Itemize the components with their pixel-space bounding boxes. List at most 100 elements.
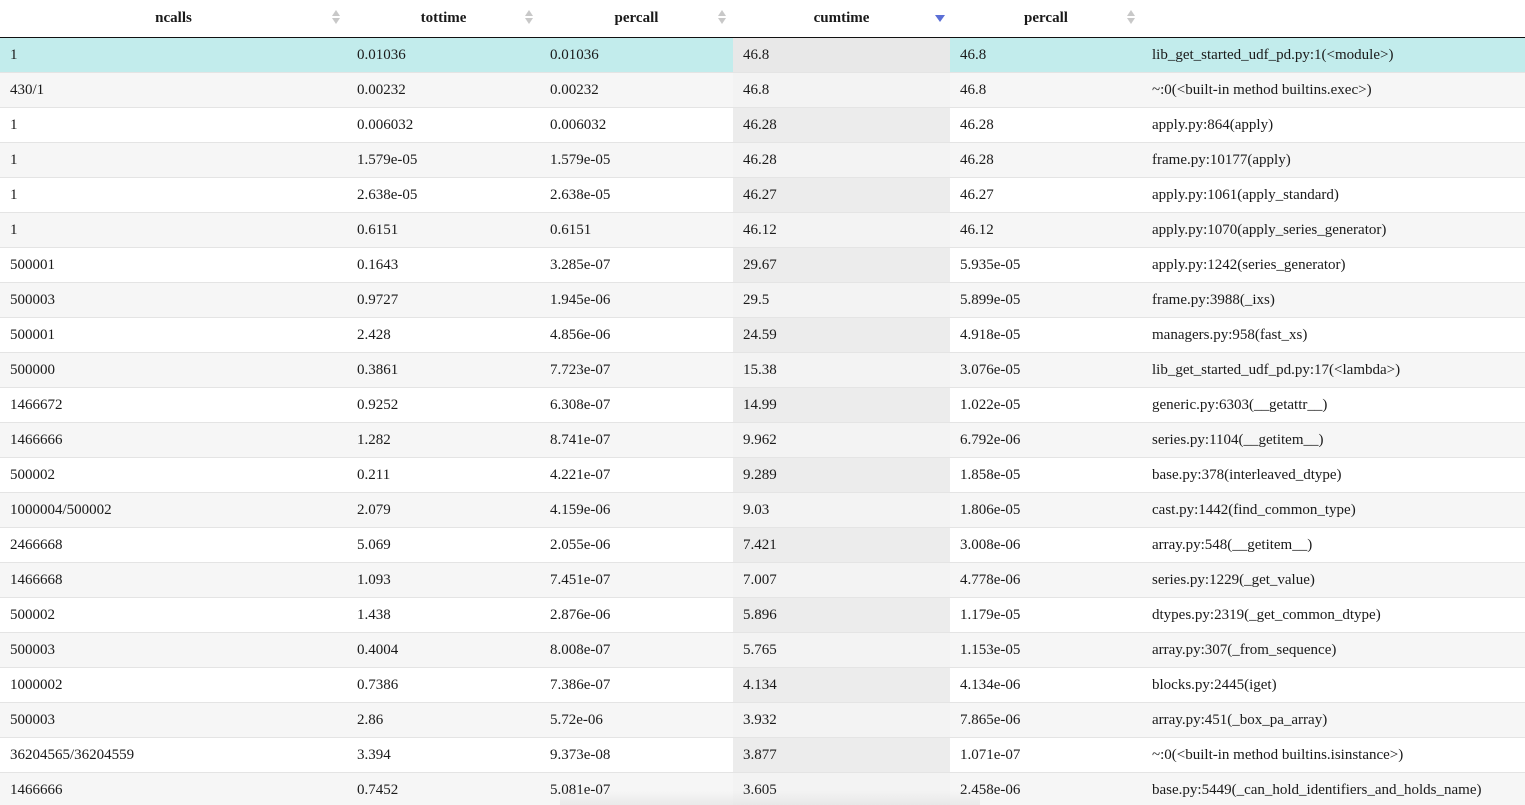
cell-function: apply.py:1242(series_generator): [1142, 247, 1525, 283]
cell-function: generic.py:6303(__getattr__): [1142, 387, 1525, 423]
cell-percall-cumulative: 4.918e-05: [950, 317, 1142, 353]
cell-ncalls: 1: [0, 37, 347, 73]
sort-both-icon[interactable]: [717, 9, 727, 27]
table-row[interactable]: 500001 0.1643 3.285e-07 29.67 5.935e-05 apply…: [0, 247, 1525, 283]
table-row[interactable]: 1000002 0.7386 7.386e-07 4.134 4.134e-06 bloc…: [0, 667, 1525, 703]
cell-cumtime: 4.134: [733, 667, 950, 703]
cell-ncalls: 1: [0, 212, 347, 248]
cell-percall: 1.945e-06: [540, 282, 733, 318]
cell-ncalls: 1000002: [0, 667, 347, 703]
cell-tottime: 0.9252: [347, 387, 540, 423]
cell-cumtime: 46.12: [733, 212, 950, 248]
table-row[interactable]: 1466672 0.9252 6.308e-07 14.99 1.022e-05 gene…: [0, 387, 1525, 423]
cell-tottime: 0.4004: [347, 632, 540, 668]
profile-stats-view: ncalls tottime percall cumtime percall 1 0.01…: [0, 0, 1525, 805]
table-row[interactable]: 1 2.638e-05 2.638e-05 46.27 46.27 apply.py:10…: [0, 177, 1525, 213]
cell-ncalls: 430/1: [0, 72, 347, 108]
cell-function: dtypes.py:2319(_get_common_dtype): [1142, 597, 1525, 633]
profile-stats-table: ncalls tottime percall cumtime percall 1 0.01…: [0, 0, 1525, 805]
cell-percall-cumulative: 1.022e-05: [950, 387, 1142, 423]
sort-both-icon[interactable]: [1126, 9, 1136, 27]
cell-percall-cumulative: 6.792e-06: [950, 422, 1142, 458]
cell-tottime: 2.638e-05: [347, 177, 540, 213]
table-row[interactable]: 1466666 0.7452 5.081e-07 3.605 2.458e-06 base…: [0, 772, 1525, 805]
cell-cumtime: 5.896: [733, 597, 950, 633]
cell-percall-cumulative: 4.134e-06: [950, 667, 1142, 703]
cell-percall: 0.6151: [540, 212, 733, 248]
cell-percall-cumulative: 1.179e-05: [950, 597, 1142, 633]
cell-ncalls: 500003: [0, 632, 347, 668]
cell-percall-cumulative: 5.899e-05: [950, 282, 1142, 318]
cell-function: apply.py:1070(apply_series_generator): [1142, 212, 1525, 248]
cell-tottime: 0.006032: [347, 107, 540, 143]
cell-tottime: 0.3861: [347, 352, 540, 388]
cell-cumtime: 46.28: [733, 142, 950, 178]
cell-percall-cumulative: 7.865e-06: [950, 702, 1142, 738]
cell-tottime: 2.079: [347, 492, 540, 528]
table-row[interactable]: 500001 2.428 4.856e-06 24.59 4.918e-05 manage…: [0, 317, 1525, 353]
cell-percall-cumulative: 5.935e-05: [950, 247, 1142, 283]
table-row[interactable]: 500003 0.4004 8.008e-07 5.765 1.153e-05 array…: [0, 632, 1525, 668]
cell-cumtime: 29.5: [733, 282, 950, 318]
table-row[interactable]: 1 1.579e-05 1.579e-05 46.28 46.28 frame.py:10…: [0, 142, 1525, 178]
table-row[interactable]: 1 0.6151 0.6151 46.12 46.12 apply.py:1070(app…: [0, 212, 1525, 248]
cell-percall-cumulative: 3.008e-06: [950, 527, 1142, 563]
table-row[interactable]: 2466668 5.069 2.055e-06 7.421 3.008e-06 array…: [0, 527, 1525, 563]
column-header-label: ncalls: [155, 10, 192, 26]
table-row[interactable]: 500003 0.9727 1.945e-06 29.5 5.899e-05 frame.…: [0, 282, 1525, 318]
cell-function: apply.py:864(apply): [1142, 107, 1525, 143]
cell-percall: 0.00232: [540, 72, 733, 108]
cell-tottime: 3.394: [347, 737, 540, 773]
cell-function: series.py:1104(__getitem__): [1142, 422, 1525, 458]
cell-cumtime: 7.007: [733, 562, 950, 598]
cell-function: lib_get_started_udf_pd.py:1(<module>): [1142, 37, 1525, 73]
column-header-tottime[interactable]: tottime: [347, 0, 540, 38]
table-row[interactable]: 500003 2.86 5.72e-06 3.932 7.865e-06 array.py…: [0, 702, 1525, 738]
cell-cumtime: 29.67: [733, 247, 950, 283]
cell-tottime: 1.438: [347, 597, 540, 633]
table-row[interactable]: 36204565/36204559 3.394 9.373e-08 3.877 1.07…: [0, 737, 1525, 773]
cell-percall: 7.386e-07: [540, 667, 733, 703]
table-row[interactable]: 1000004/500002 2.079 4.159e-06 9.03 1.806e-0…: [0, 492, 1525, 528]
column-header-label: tottime: [420, 10, 467, 26]
cell-percall: 5.72e-06: [540, 702, 733, 738]
cell-percall-cumulative: 1.806e-05: [950, 492, 1142, 528]
cell-percall-cumulative: 1.153e-05: [950, 632, 1142, 668]
sort-descending-icon[interactable]: [934, 9, 945, 27]
cell-ncalls: 2466668: [0, 527, 347, 563]
cell-function: base.py:5449(_can_hold_identifiers_and_h…: [1142, 772, 1525, 805]
cell-function: frame.py:3988(_ixs): [1142, 282, 1525, 318]
cell-ncalls: 1: [0, 177, 347, 213]
column-header-percall[interactable]: percall: [540, 0, 733, 38]
cell-ncalls: 36204565/36204559: [0, 737, 347, 773]
cell-ncalls: 1: [0, 142, 347, 178]
cell-percall: 1.579e-05: [540, 142, 733, 178]
table-row[interactable]: 500002 0.211 4.221e-07 9.289 1.858e-05 base.p…: [0, 457, 1525, 493]
cell-percall: 7.451e-07: [540, 562, 733, 598]
cell-tottime: 1.579e-05: [347, 142, 540, 178]
table-row[interactable]: 1466666 1.282 8.741e-07 9.962 6.792e-06 serie…: [0, 422, 1525, 458]
cell-cumtime: 7.421: [733, 527, 950, 563]
cell-cumtime: 3.932: [733, 702, 950, 738]
table-row[interactable]: 1 0.006032 0.006032 46.28 46.28 apply.py:864(…: [0, 107, 1525, 143]
column-header-ncalls[interactable]: ncalls: [0, 0, 347, 38]
cell-function: series.py:1229(_get_value): [1142, 562, 1525, 598]
cell-ncalls: 500001: [0, 247, 347, 283]
cell-function: base.py:378(interleaved_dtype): [1142, 457, 1525, 493]
column-header-cumtime[interactable]: cumtime: [733, 0, 950, 38]
sort-both-icon[interactable]: [524, 9, 534, 27]
table-row[interactable]: 500000 0.3861 7.723e-07 15.38 3.076e-05 lib_g…: [0, 352, 1525, 388]
cell-percall: 6.308e-07: [540, 387, 733, 423]
cell-ncalls: 1466666: [0, 422, 347, 458]
cell-percall-cumulative: 46.27: [950, 177, 1142, 213]
sort-both-icon[interactable]: [331, 9, 341, 27]
table-row[interactable]: 500002 1.438 2.876e-06 5.896 1.179e-05 dtypes…: [0, 597, 1525, 633]
table-row[interactable]: 430/1 0.00232 0.00232 46.8 46.8 ~:0(<built-in…: [0, 72, 1525, 108]
table-row[interactable]: 1 0.01036 0.01036 46.8 46.8 lib_get_started_u…: [0, 37, 1525, 73]
column-header-label: percall: [1024, 10, 1068, 26]
column-header-percall-cumulative[interactable]: percall: [950, 0, 1142, 38]
cell-percall: 9.373e-08: [540, 737, 733, 773]
cell-cumtime: 46.8: [733, 72, 950, 108]
cell-percall: 5.081e-07: [540, 772, 733, 805]
table-row[interactable]: 1466668 1.093 7.451e-07 7.007 4.778e-06 serie…: [0, 562, 1525, 598]
